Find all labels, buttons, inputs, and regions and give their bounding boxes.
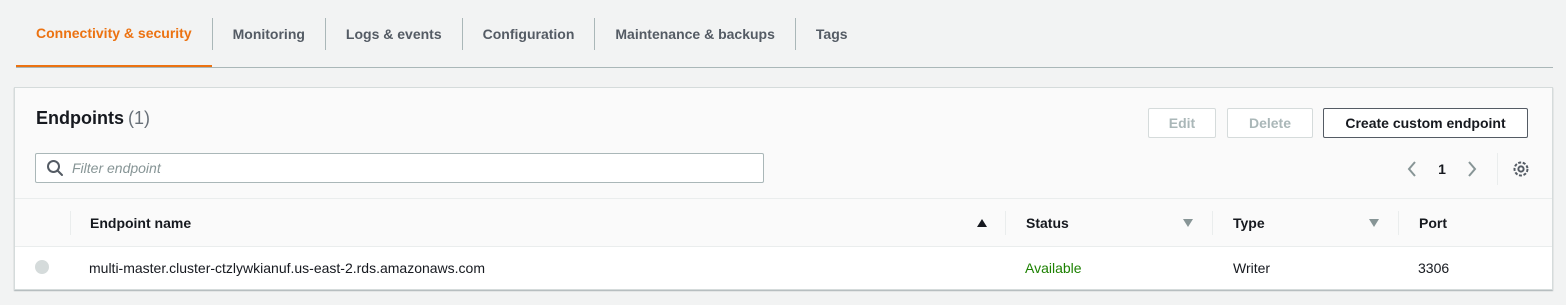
endpoint-count: (1) bbox=[128, 108, 150, 128]
tab-configuration[interactable]: Configuration bbox=[463, 0, 595, 67]
column-divider bbox=[1398, 211, 1399, 235]
column-divider bbox=[70, 211, 71, 235]
tab-maintenance-backups[interactable]: Maintenance & backups bbox=[595, 0, 795, 67]
column-header-endpoint-name[interactable]: Endpoint name bbox=[90, 199, 191, 247]
gear-icon[interactable] bbox=[1510, 158, 1532, 180]
page-number[interactable]: 1 bbox=[1423, 161, 1461, 177]
create-custom-endpoint-button[interactable]: Create custom endpoint bbox=[1323, 108, 1528, 138]
panel-title-text: Endpoints bbox=[36, 108, 124, 128]
pager-divider bbox=[1497, 153, 1498, 185]
filter-endpoint-input[interactable] bbox=[72, 155, 763, 181]
tab-connectivity-security[interactable]: Connectivity & security bbox=[16, 0, 212, 67]
pagination: 1 bbox=[1401, 153, 1552, 185]
column-header-type[interactable]: Type bbox=[1233, 199, 1265, 247]
status-cell: Available bbox=[1025, 260, 1082, 276]
port-cell: 3306 bbox=[1418, 260, 1450, 276]
filter-endpoint-field[interactable] bbox=[35, 153, 764, 183]
chevron-right-icon[interactable] bbox=[1461, 158, 1483, 180]
type-cell: Writer bbox=[1233, 260, 1271, 276]
table-header: Endpoint name Status Type Port bbox=[15, 199, 1552, 247]
tab-bar: Connectivity & security Monitoring Logs … bbox=[16, 0, 1553, 68]
panel-title: Endpoints (1) bbox=[36, 108, 150, 129]
delete-button[interactable]: Delete bbox=[1227, 108, 1313, 138]
caret-down-icon[interactable] bbox=[1368, 218, 1380, 228]
endpoint-name-cell: multi-master.cluster-ctzlywkianuf.us-eas… bbox=[89, 260, 486, 276]
search-icon bbox=[47, 160, 63, 176]
column-divider bbox=[1212, 211, 1213, 235]
column-header-port[interactable]: Port bbox=[1419, 199, 1447, 247]
panel-header: Endpoints (1) Edit Delete Create custom e… bbox=[15, 88, 1552, 199]
column-divider bbox=[1005, 211, 1006, 235]
caret-up-icon[interactable] bbox=[976, 218, 988, 228]
tab-logs-events[interactable]: Logs & events bbox=[326, 0, 462, 67]
caret-down-icon[interactable] bbox=[1182, 218, 1194, 228]
row-select-radio[interactable] bbox=[35, 260, 49, 274]
column-header-status[interactable]: Status bbox=[1026, 199, 1069, 247]
tab-tags[interactable]: Tags bbox=[796, 0, 868, 67]
chevron-left-icon[interactable] bbox=[1401, 158, 1423, 180]
edit-button[interactable]: Edit bbox=[1148, 108, 1216, 138]
tab-monitoring[interactable]: Monitoring bbox=[213, 0, 325, 67]
endpoints-panel: Endpoints (1) Edit Delete Create custom e… bbox=[14, 87, 1553, 290]
table-row[interactable]: multi-master.cluster-ctzlywkianuf.us-eas… bbox=[15, 247, 1552, 289]
